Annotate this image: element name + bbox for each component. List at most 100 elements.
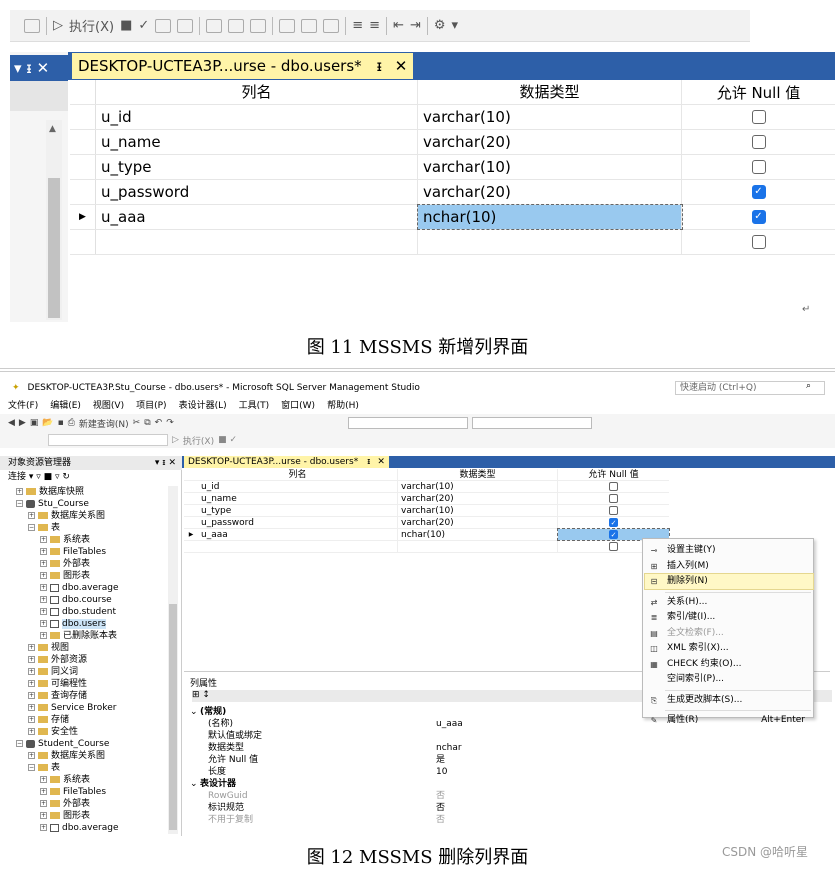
uncomment-icon[interactable]: ≡ bbox=[369, 18, 380, 33]
menu-item[interactable]: 帮助(H) bbox=[327, 398, 359, 414]
expand-icon[interactable]: + bbox=[28, 752, 35, 759]
allow-null-checkbox[interactable]: ✓ bbox=[751, 185, 766, 199]
data-type-cell[interactable]: varchar(20) bbox=[418, 130, 682, 154]
menu-item-6[interactable]: ▤ 全文检索(F)... bbox=[645, 626, 813, 641]
expand-icon[interactable]: + bbox=[40, 788, 47, 795]
expand-icon[interactable]: + bbox=[28, 704, 35, 711]
property-row[interactable]: 不用于复制否 bbox=[190, 814, 830, 826]
property-row[interactable]: RowGuid 否 bbox=[190, 790, 830, 802]
filter-icon[interactable]: ▿ ■ ▿ bbox=[36, 472, 62, 482]
expand-icon[interactable]: + bbox=[40, 572, 47, 579]
column-name-cell[interactable]: u_id bbox=[198, 481, 398, 492]
scrollbar-thumb[interactable] bbox=[48, 178, 60, 318]
expand-icon[interactable]: + bbox=[40, 560, 47, 567]
expand-icon[interactable]: − bbox=[28, 764, 35, 771]
parse-icon[interactable]: ✓ bbox=[138, 18, 149, 33]
cut-icon[interactable]: ✂ bbox=[133, 418, 141, 428]
tree-node[interactable]: + dbo.average bbox=[0, 582, 168, 594]
menu-item[interactable]: 工具(T) bbox=[239, 398, 270, 414]
expand-icon[interactable]: + bbox=[40, 596, 47, 603]
column-name-cell[interactable]: u_aaa bbox=[96, 205, 418, 229]
outdent-icon[interactable]: ⇤ bbox=[393, 18, 404, 33]
tree-node[interactable]: + 安全性 bbox=[0, 726, 168, 738]
allow-null-checkbox[interactable]: ✓ bbox=[609, 518, 618, 527]
tree-node[interactable]: + 查询存储 bbox=[0, 690, 168, 702]
expand-icon[interactable]: + bbox=[40, 608, 47, 615]
expand-icon[interactable]: + bbox=[40, 776, 47, 783]
panel-controls[interactable]: ▾ ᵻ ✕ bbox=[155, 456, 176, 470]
table-row[interactable]: u_id varchar(10) bbox=[70, 105, 835, 130]
expand-icon[interactable]: + bbox=[28, 692, 35, 699]
column-name-cell[interactable]: u_id bbox=[96, 105, 418, 129]
expand-icon[interactable]: + bbox=[28, 644, 35, 651]
expand-icon[interactable]: + bbox=[40, 620, 47, 627]
close-icon[interactable]: ✕ bbox=[395, 57, 408, 75]
tree-node[interactable]: + 系统表 bbox=[0, 534, 168, 546]
expand-icon[interactable]: + bbox=[40, 584, 47, 591]
tree-node[interactable]: + dbo.course bbox=[0, 594, 168, 606]
results-file-icon[interactable] bbox=[323, 18, 340, 33]
column-name-cell[interactable]: u_aaa bbox=[198, 529, 398, 540]
expand-icon[interactable]: + bbox=[28, 656, 35, 663]
toolbar-overflow-icon[interactable]: ▾ bbox=[452, 18, 459, 33]
collapse-icon[interactable]: ⌄ bbox=[190, 706, 198, 718]
data-type-cell[interactable]: varchar(10) bbox=[418, 105, 682, 129]
tree-node[interactable]: − 表 bbox=[0, 762, 168, 774]
allow-null-checkbox[interactable] bbox=[609, 542, 618, 551]
menu-item-13[interactable]: ✎ 属性(R) Alt+Enter bbox=[645, 713, 813, 728]
menu-item[interactable]: 编辑(E) bbox=[50, 398, 81, 414]
data-type-cell[interactable]: varchar(10) bbox=[398, 481, 558, 492]
tree-node[interactable]: + 可编程性 bbox=[0, 678, 168, 690]
document-tab[interactable]: DESKTOP-UCTEA3P...urse - dbo.users* ᵻ ✕ bbox=[184, 456, 389, 468]
row-selector[interactable] bbox=[184, 493, 198, 504]
expand-icon[interactable]: + bbox=[40, 632, 47, 639]
data-type-cell[interactable]: varchar(20) bbox=[398, 517, 558, 528]
data-type-cell[interactable]: varchar(20) bbox=[398, 493, 558, 504]
menu-item-0[interactable]: ⊸ 设置主键(Y) bbox=[645, 543, 813, 558]
table-row[interactable]: u_name varchar(20) bbox=[70, 130, 835, 155]
search-dropdown[interactable] bbox=[471, 417, 592, 429]
row-selector[interactable] bbox=[70, 130, 96, 154]
table-row[interactable]: u_password varchar(20) ✓ bbox=[184, 517, 669, 529]
allow-null-checkbox[interactable] bbox=[609, 482, 618, 491]
forward-icon[interactable]: ▶ bbox=[19, 418, 26, 428]
pin-icon[interactable]: ᵻ bbox=[376, 57, 382, 75]
dropdown-icon[interactable] bbox=[24, 18, 40, 33]
tree-node[interactable]: + 存储 bbox=[0, 714, 168, 726]
undo-icon[interactable]: ↶ bbox=[155, 418, 163, 428]
table-row[interactable]: ▶ u_aaa nchar(10) ✓ bbox=[184, 528, 670, 541]
results-grid-icon[interactable] bbox=[177, 18, 194, 33]
allow-null-checkbox[interactable] bbox=[751, 160, 766, 174]
table-row[interactable]: u_type varchar(10) bbox=[70, 155, 835, 180]
tree-node[interactable]: + FileTables bbox=[0, 786, 168, 798]
back-icon[interactable]: ◀ bbox=[8, 418, 15, 428]
expand-icon[interactable]: − bbox=[16, 740, 23, 747]
tree-node[interactable]: + Service Broker bbox=[0, 702, 168, 714]
execute-button[interactable]: 执行(X) bbox=[69, 16, 114, 35]
menu-item[interactable]: 文件(F) bbox=[8, 398, 38, 414]
expand-icon[interactable]: − bbox=[16, 500, 23, 507]
scroll-up-icon[interactable]: ▲ bbox=[49, 124, 56, 134]
new-row[interactable] bbox=[70, 230, 835, 255]
property-category[interactable]: 表设计器 ⌄ bbox=[190, 778, 830, 790]
tree-node[interactable]: + 视图 bbox=[0, 642, 168, 654]
tree-node[interactable]: + 图形表 bbox=[0, 810, 168, 822]
connect-button[interactable]: 连接 ▾ bbox=[8, 472, 33, 482]
search-icon[interactable]: ⌕ bbox=[806, 381, 811, 391]
allow-null-checkbox[interactable]: ✓ bbox=[751, 210, 766, 224]
column-name-cell[interactable]: u_name bbox=[96, 130, 418, 154]
row-selector[interactable] bbox=[184, 505, 198, 516]
stats-icon[interactable] bbox=[228, 18, 245, 33]
solution-config-dropdown[interactable] bbox=[347, 417, 468, 429]
property-row[interactable]: 长度 10 bbox=[190, 766, 830, 778]
execute-icon[interactable]: ▷ bbox=[53, 18, 63, 33]
tree-node[interactable]: + 外部资源 bbox=[0, 654, 168, 666]
column-name-cell[interactable]: u_password bbox=[96, 180, 418, 204]
tree-node[interactable]: + 数据库关系图 bbox=[0, 750, 168, 762]
data-type-cell[interactable]: nchar(10) bbox=[417, 204, 683, 230]
table-row[interactable]: u_type varchar(10) bbox=[184, 505, 669, 517]
menu-item[interactable]: 窗口(W) bbox=[281, 398, 315, 414]
tree-node[interactable]: + 外部表 bbox=[0, 558, 168, 570]
menu-item-8[interactable]: ▦ CHECK 约束(O)... bbox=[645, 657, 813, 672]
database-dropdown[interactable] bbox=[48, 434, 168, 446]
